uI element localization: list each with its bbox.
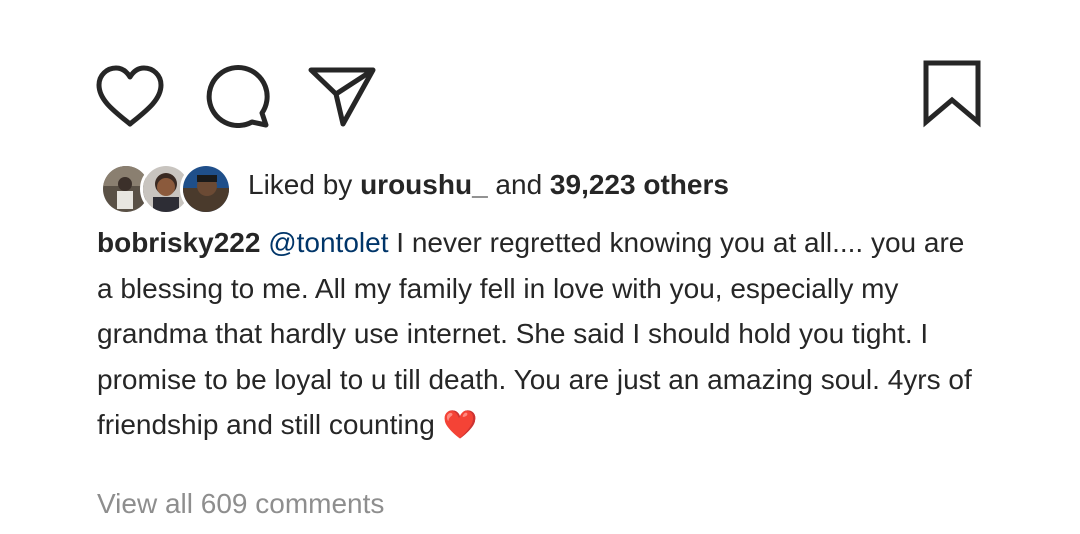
likes-count[interactable]: 39,223 others [550, 169, 729, 200]
paper-plane-icon[interactable] [306, 62, 378, 128]
caption-text: I never regretted knowing you at all....… [97, 227, 972, 440]
post-caption: bobrisky222 @tontolet I never regretted … [97, 220, 977, 448]
likes-summary: Liked by uroushu_ and 39,223 others [100, 160, 1000, 215]
likes-prefix: Liked by [248, 169, 361, 200]
likes-text: Liked by uroushu_ and 39,223 others [248, 168, 729, 202]
avatar[interactable] [180, 163, 232, 215]
heart-outline-icon[interactable] [94, 64, 166, 130]
caption-username[interactable]: bobrisky222 [97, 227, 260, 258]
likes-joiner: and [487, 169, 550, 200]
liker-avatars [100, 163, 232, 215]
red-heart-emoji: ❤️ [442, 409, 478, 440]
caption-mention[interactable]: @tontolet [268, 227, 388, 258]
view-all-comments-link[interactable]: View all 609 comments [97, 486, 384, 522]
post-action-bar [0, 0, 1080, 140]
comment-bubble-icon[interactable] [202, 62, 274, 128]
liker-username[interactable]: uroushu_ [360, 169, 488, 200]
bookmark-icon[interactable] [920, 58, 984, 128]
